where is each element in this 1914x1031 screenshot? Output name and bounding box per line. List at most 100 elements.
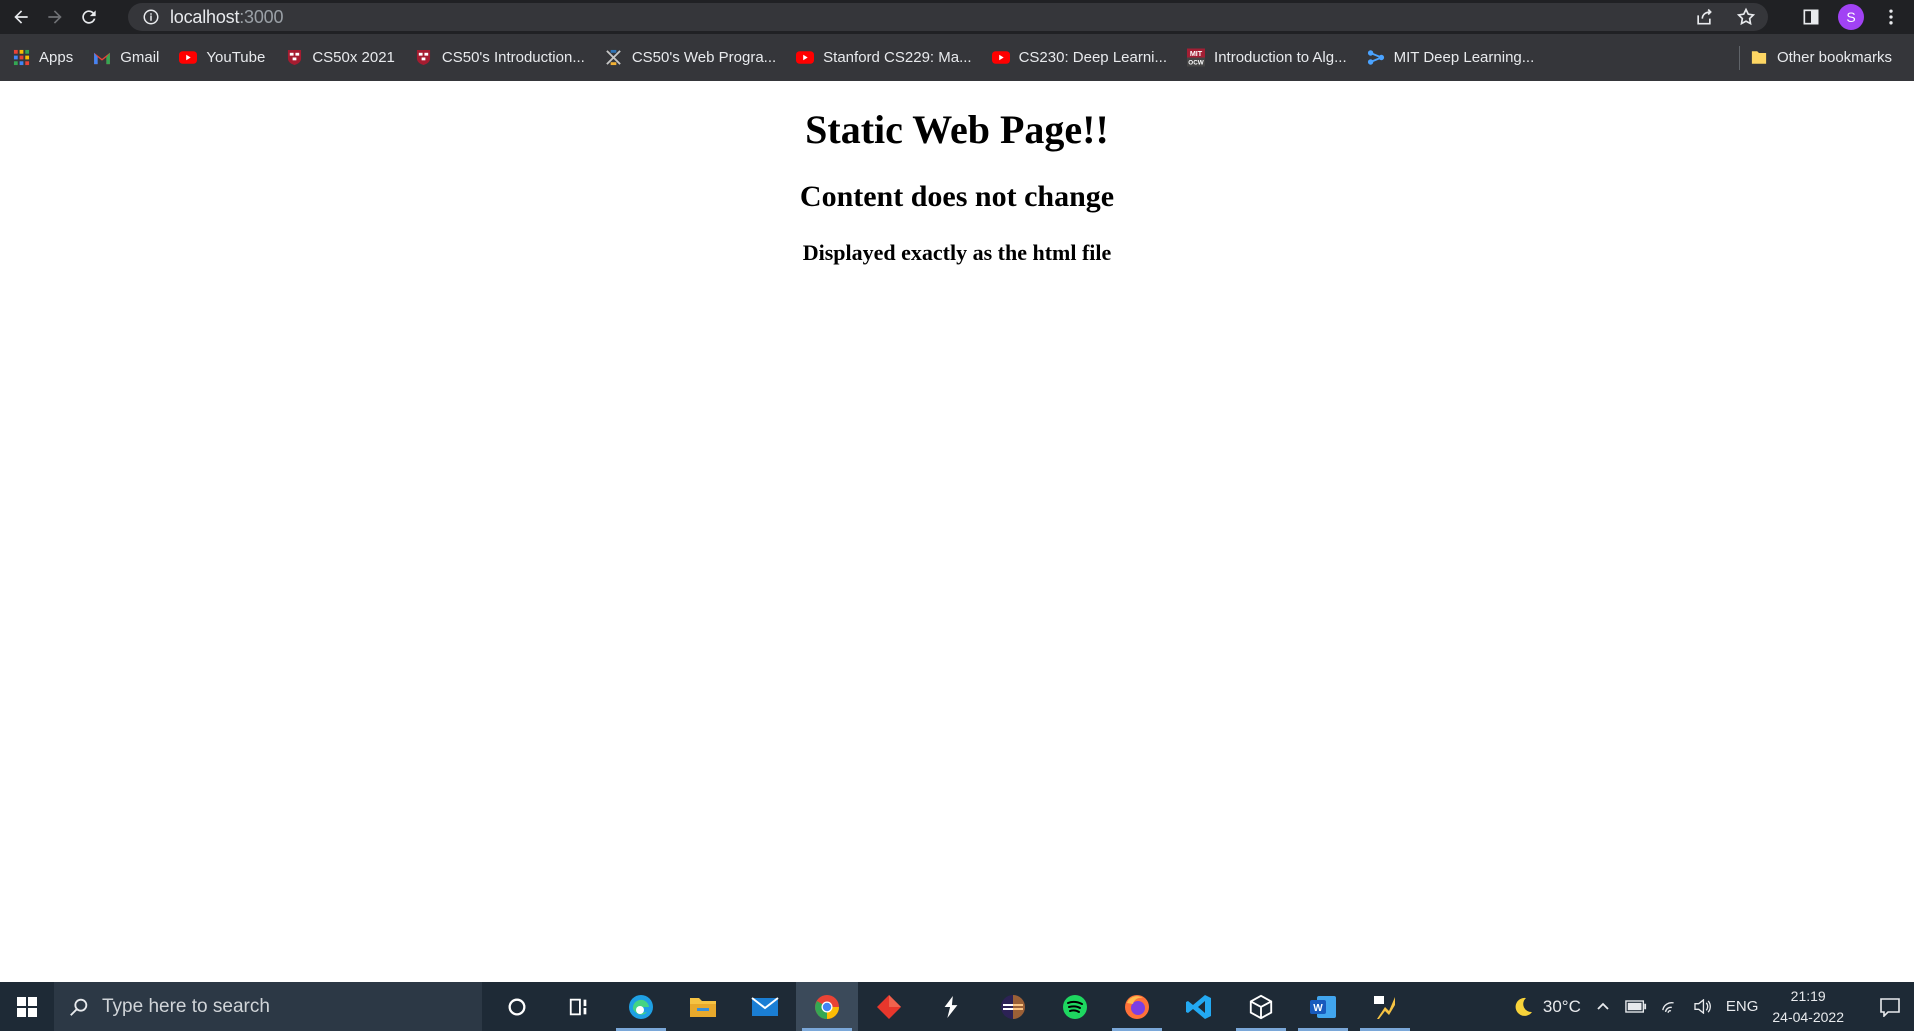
taskbar-eclipse[interactable]	[982, 982, 1044, 1031]
eclipse-icon	[1001, 994, 1025, 1019]
page-heading: Static Web Page!!	[805, 107, 1109, 152]
bookmark-label: CS50x 2021	[312, 49, 395, 66]
bookmark-label: Gmail	[120, 49, 160, 66]
forward-button[interactable]	[42, 4, 68, 30]
task-view-icon	[569, 998, 587, 1015]
moon-icon	[1515, 997, 1532, 1016]
taskbar-spotify[interactable]	[1044, 982, 1106, 1031]
taskbar-file-explorer[interactable]	[672, 982, 734, 1031]
bookmark-label: Stanford CS229: Ma...	[823, 49, 972, 66]
page-caption: Displayed exactly as the html file	[802, 240, 1112, 265]
windows-taskbar: Type here to search W 30°C ENG 21:19 24-…	[0, 982, 1914, 1031]
clock-time: 21:19	[1790, 987, 1826, 1004]
site-info-icon[interactable]	[142, 8, 160, 26]
mail-icon	[751, 996, 779, 1016]
side-panel-icon[interactable]	[1798, 2, 1824, 32]
gmail-icon	[93, 49, 111, 67]
bookmark-cs50-web-programming[interactable]: CS50's Web Progra...	[597, 43, 784, 73]
diamond-app-icon	[877, 994, 901, 1019]
url-host: localhost	[170, 6, 240, 27]
bookmark-label: CS50's Web Progra...	[631, 49, 777, 66]
taskbar-sublime[interactable]	[920, 982, 982, 1031]
apps-grid-icon	[12, 49, 30, 67]
bookmark-stanford-cs229[interactable]: Stanford CS229: Ma...	[788, 43, 979, 73]
reload-icon	[82, 10, 96, 24]
spotify-icon	[1063, 994, 1087, 1019]
bookmark-label: Apps	[39, 49, 74, 66]
bookmark-introduction-to-algorithms[interactable]: MIT OCW Introduction to Alg...	[1179, 43, 1355, 73]
page-subheading: Content does not change	[799, 180, 1115, 213]
page-content: Static Web Page!! Content does not chang…	[0, 81, 1914, 982]
notifications-button[interactable]	[1866, 982, 1914, 1031]
bookmark-youtube[interactable]: YouTube	[171, 43, 273, 73]
taskbar-vscode[interactable]	[1168, 982, 1230, 1031]
taskbar-mail[interactable]	[734, 982, 796, 1031]
mit-ocw-text: MIT	[1190, 49, 1203, 58]
other-bookmarks[interactable]: Other bookmarks	[1742, 42, 1900, 72]
bookmark-label: CS50's Introduction...	[441, 49, 585, 66]
bookmark-label: CS230: Deep Learni...	[1018, 49, 1168, 66]
language-indicator[interactable]: ENG	[1726, 998, 1759, 1015]
folder-icon	[690, 997, 716, 1017]
wifi-icon	[1661, 1002, 1674, 1013]
cube-icon	[1249, 994, 1273, 1019]
lightning-app-icon	[944, 995, 958, 1018]
profile-avatar[interactable]: S	[1838, 4, 1864, 30]
taskbar-git-app[interactable]	[858, 982, 920, 1031]
chrome-icon	[815, 994, 839, 1019]
taskbar-search[interactable]: Type here to search	[54, 982, 482, 1031]
youtube-icon	[796, 49, 815, 67]
taskbar-firefox[interactable]	[1106, 982, 1168, 1031]
bookmark-label: YouTube	[206, 49, 266, 66]
word-icon: W	[1310, 995, 1336, 1018]
bookmark-mit-deep-learning[interactable]: MIT Deep Learning...	[1359, 43, 1543, 73]
notification-icon	[1880, 997, 1900, 1017]
search-placeholder: Type here to search	[102, 995, 270, 1017]
cortana-icon	[508, 998, 526, 1015]
system-tray: 30°C ENG 21:19 24-04-2022	[1511, 982, 1914, 1031]
address-bar[interactable]: localhost:3000	[128, 3, 1768, 31]
taskbar-virtualbox[interactable]	[1230, 982, 1292, 1031]
bookmark-star-icon[interactable]	[1734, 5, 1758, 29]
reload-button[interactable]	[76, 4, 102, 30]
battery-indicator[interactable]	[1625, 1000, 1647, 1013]
taskbar-edge[interactable]	[610, 982, 672, 1031]
harvard-icon	[415, 49, 433, 67]
battery-icon	[1625, 1000, 1646, 1013]
mit-ocw-text-2: OCW	[1188, 60, 1203, 67]
taskbar-app-16[interactable]	[1354, 982, 1416, 1031]
other-bookmarks-label: Other bookmarks	[1776, 48, 1892, 66]
taskbar-chrome[interactable]	[796, 982, 858, 1031]
browser-toolbar: localhost:3000 S	[0, 0, 1914, 34]
bookmark-cs50-introduction[interactable]: CS50's Introduction...	[407, 43, 593, 73]
show-hidden-icons[interactable]	[1595, 999, 1611, 1015]
tools-app-icon	[1374, 995, 1395, 1019]
taskbar-word[interactable]: W	[1292, 982, 1354, 1031]
bookmark-cs50x-2021[interactable]: CS50x 2021	[277, 43, 403, 73]
more-menu-icon[interactable]	[1878, 2, 1904, 32]
share-icon[interactable]	[1692, 5, 1716, 29]
bookmark-gmail[interactable]: Gmail	[85, 43, 167, 73]
wifi-indicator[interactable]	[1661, 999, 1679, 1014]
search-icon	[70, 998, 88, 1016]
weather-widget[interactable]: 30°C	[1511, 995, 1581, 1019]
mit-ocw-icon: MIT OCW	[1187, 48, 1206, 67]
cortana-button[interactable]	[486, 982, 548, 1031]
bookmark-apps[interactable]: Apps	[4, 43, 81, 73]
task-view-button[interactable]	[548, 982, 610, 1031]
clock[interactable]: 21:19 24-04-2022	[1772, 986, 1844, 1028]
harvard-icon	[285, 49, 303, 67]
bookmark-label: Introduction to Alg...	[1214, 49, 1347, 66]
arrow-left-icon	[14, 10, 28, 24]
youtube-icon	[991, 49, 1010, 67]
vscode-icon	[1186, 994, 1211, 1019]
bookmark-cs230-deep-learning[interactable]: CS230: Deep Learni...	[984, 43, 1175, 73]
clock-date: 24-04-2022	[1772, 1008, 1844, 1025]
bookmark-label: MIT Deep Learning...	[1393, 49, 1535, 66]
volume-indicator[interactable]	[1693, 999, 1712, 1014]
start-button[interactable]	[0, 982, 54, 1031]
folder-icon	[1750, 48, 1768, 66]
url-port: :3000	[239, 6, 284, 27]
windows-logo-icon	[17, 996, 37, 1017]
back-button[interactable]	[8, 4, 34, 30]
